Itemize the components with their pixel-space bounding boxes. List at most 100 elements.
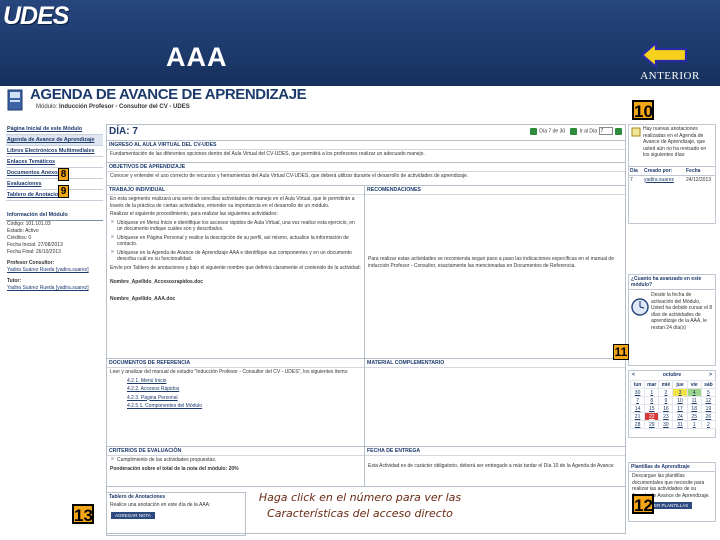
info-fecha-inicial: Fecha Inicial: 27/08/2013 xyxy=(7,242,63,248)
cal-cell[interactable]: 3 xyxy=(672,388,688,397)
material-head: MATERIAL COMPLEMENTARIO xyxy=(365,359,625,368)
go-day-label[interactable]: Ir al Día xyxy=(580,128,598,134)
cal-cell-today[interactable]: 22 xyxy=(644,412,660,421)
notes-row[interactable]: 7 yadira.suarez 24/12/2013 xyxy=(629,176,715,184)
notes-col-date: Fecha xyxy=(686,167,701,174)
objetivos-head: OBJETIVOS DE APRENDIZAJE xyxy=(107,163,625,172)
cal-prev[interactable]: < xyxy=(632,372,635,378)
notes-box: Hay nuevas anotaciones realizadas en el … xyxy=(628,124,716,224)
criterio-1: Cumplimiento de las actividades propuest… xyxy=(107,456,364,465)
info-codigo: Código: 101.101.03 xyxy=(7,221,51,227)
fecha-col: FECHA DE ENTREGA Esta Actividad es de ca… xyxy=(365,447,625,486)
prev-day-icon[interactable] xyxy=(529,127,537,135)
cal-cell[interactable]: 11 xyxy=(686,396,702,405)
doc-link-menu-inicio[interactable]: 4.2.1. Menú Inicio xyxy=(127,378,166,384)
info-tutor[interactable]: Yadira Suárez Rueda [yadira.suarez] xyxy=(7,285,103,292)
cal-cell[interactable]: 4 xyxy=(686,388,702,397)
cal-cell[interactable]: 9 xyxy=(658,396,674,405)
notes-row-by[interactable]: yadira.suarez xyxy=(644,177,686,183)
nav-item-inicio[interactable]: Página Inicial de este Módulo xyxy=(6,124,103,135)
next-day-icon[interactable] xyxy=(570,127,578,135)
caption-line-1: Haga click en el número para ver las xyxy=(258,491,462,504)
cal-cell[interactable]: 29 xyxy=(644,420,660,429)
recom-head: RECOMENDACIONES xyxy=(365,186,625,195)
docs-head: DOCUMENTOS DE REFERENCIA xyxy=(107,359,364,368)
cal-cell[interactable]: 30 xyxy=(658,420,674,429)
cal-day-jue: jue xyxy=(672,380,688,389)
cal-cell[interactable]: 1 xyxy=(644,388,660,397)
calendar-box: < octubre > lun mar mié jue vie sáb 30 1… xyxy=(628,370,717,438)
trabajo-col: TRABAJO INDIVIDUAL En esta segmento real… xyxy=(107,186,365,358)
cal-cell[interactable]: 23 xyxy=(658,412,674,421)
nav-item-documentos[interactable]: Documentos Anexos xyxy=(6,168,103,179)
app-title-bar: AGENDA DE AVANCE DE APRENDIZAJE Módulo: … xyxy=(6,86,307,114)
back-arrow-icon[interactable] xyxy=(640,40,690,70)
go-icon[interactable] xyxy=(615,127,622,135)
file-name-1: Nombre_Apellido_Accesosrapidos.doc xyxy=(110,279,204,285)
info-estado: Estado: Activo xyxy=(7,228,39,234)
criterio-2: Ponderación sobre el total de la nota de… xyxy=(110,465,239,472)
plantillas-head: Plantillas de Aprendizaje xyxy=(629,463,715,472)
cal-cell[interactable]: 10 xyxy=(672,396,688,405)
trabajo-head: TRABAJO INDIVIDUAL xyxy=(107,186,364,195)
notes-text-wrap: Hay nuevas anotaciones realizadas en el … xyxy=(629,125,715,160)
badge-8[interactable]: 8 xyxy=(58,168,69,181)
doc-item-1: 4.2.1. Menú Inicio xyxy=(107,377,364,386)
nav-item-libros[interactable]: Libros Electrónicos Multimediales xyxy=(6,146,103,157)
doc-link-accesos[interactable]: 4.2.2. Accesos Rápidos xyxy=(127,386,179,392)
cal-cell[interactable]: 7 xyxy=(629,396,646,405)
cal-cell[interactable]: 26 xyxy=(700,412,717,421)
info-profesor[interactable]: Yadira Suárez Rueda [yadira.suarez] xyxy=(7,267,103,274)
cal-cell[interactable]: 5 xyxy=(700,388,717,397)
badge-13[interactable]: 13 xyxy=(72,504,94,525)
doc-link-pagina[interactable]: 4.2.3. Página Personal xyxy=(127,395,178,401)
cal-cell[interactable]: 19 xyxy=(700,404,717,413)
info-creditos: Créditos: 0 xyxy=(7,235,32,241)
cal-cell[interactable]: 21 xyxy=(629,412,646,421)
cal-cell[interactable]: 14 xyxy=(629,404,646,413)
cal-cell[interactable]: 2 xyxy=(700,420,717,429)
badge-9[interactable]: 9 xyxy=(58,185,69,198)
cal-cell[interactable]: 17 xyxy=(672,404,688,413)
cal-week-5: 28 29 30 31 1 2 xyxy=(629,420,717,429)
badge-11[interactable]: 11 xyxy=(613,344,629,360)
docs-col: DOCUMENTOS DE REFERENCIA Leer y analizar… xyxy=(107,359,365,446)
cal-cell[interactable]: 25 xyxy=(686,412,702,421)
doc-link-componentes[interactable]: 4.2.5.1. Componentes del Módulo xyxy=(127,403,202,409)
cal-cell[interactable]: 2 xyxy=(658,388,674,397)
agregar-nota-button[interactable]: AGREGAR NOTA xyxy=(111,511,155,519)
doc-item-4: 4.2.5.1. Componentes del Módulo xyxy=(107,402,364,411)
badge-12[interactable]: 12 xyxy=(632,494,654,515)
cal-cell[interactable]: 24 xyxy=(672,412,688,421)
progress-body: Desde la fecha de activación del Módulo,… xyxy=(629,290,715,333)
cal-week-1: 30 1 2 3 4 5 xyxy=(629,388,717,397)
section-objetivos: OBJETIVOS DE APRENDIZAJE Conocer y enten… xyxy=(107,163,625,186)
nav-item-evaluaciones[interactable]: Evaluaciones xyxy=(6,179,103,190)
info-fecha-final: Fecha Final: 26/10/2013 xyxy=(7,249,61,255)
caption-line-2: Características del acceso directo xyxy=(267,507,453,520)
info-block: Código: 101.101.03 Estado: Activo Crédit… xyxy=(6,221,103,292)
cal-next[interactable]: > xyxy=(709,372,712,378)
cal-cell[interactable]: 12 xyxy=(700,396,717,405)
cal-cell[interactable]: 8 xyxy=(644,396,660,405)
main-content: DÍA: 7 Día 7 de 30 Ir al Día 7 INGRESO A… xyxy=(106,124,626,534)
back-label[interactable]: ANTERIOR xyxy=(630,70,710,82)
cal-cell[interactable]: 30 xyxy=(629,388,646,397)
cal-cell[interactable]: 16 xyxy=(658,404,674,413)
cal-cell[interactable]: 15 xyxy=(644,404,660,413)
nav-item-tablero[interactable]: Tablero de Anotaciones xyxy=(6,190,103,201)
prev-day-label[interactable]: Día 7 de 30 xyxy=(539,128,565,134)
badge-10[interactable]: 10 xyxy=(632,100,654,121)
cal-week-3: 14 15 16 17 18 19 xyxy=(629,404,717,413)
cal-cell[interactable]: 28 xyxy=(629,420,646,429)
cal-cell[interactable]: 1 xyxy=(686,420,702,429)
cal-cell[interactable]: 31 xyxy=(672,420,688,429)
cal-cell[interactable]: 18 xyxy=(686,404,702,413)
section-title: AAA xyxy=(166,42,228,72)
day-select[interactable]: 7 xyxy=(598,127,613,135)
cal-month: octubre xyxy=(662,372,682,378)
nav-item-agenda[interactable]: Agenda de Avance de Aprendizaje xyxy=(6,135,103,146)
modulo-line: Módulo: Inducción Profesor - Consultor d… xyxy=(36,104,190,110)
trabajo-bullet-1: Ubíquese en Menú Inicio e identifique lo… xyxy=(107,219,364,234)
nav-item-enlaces[interactable]: Enlaces Temáticos xyxy=(6,157,103,168)
